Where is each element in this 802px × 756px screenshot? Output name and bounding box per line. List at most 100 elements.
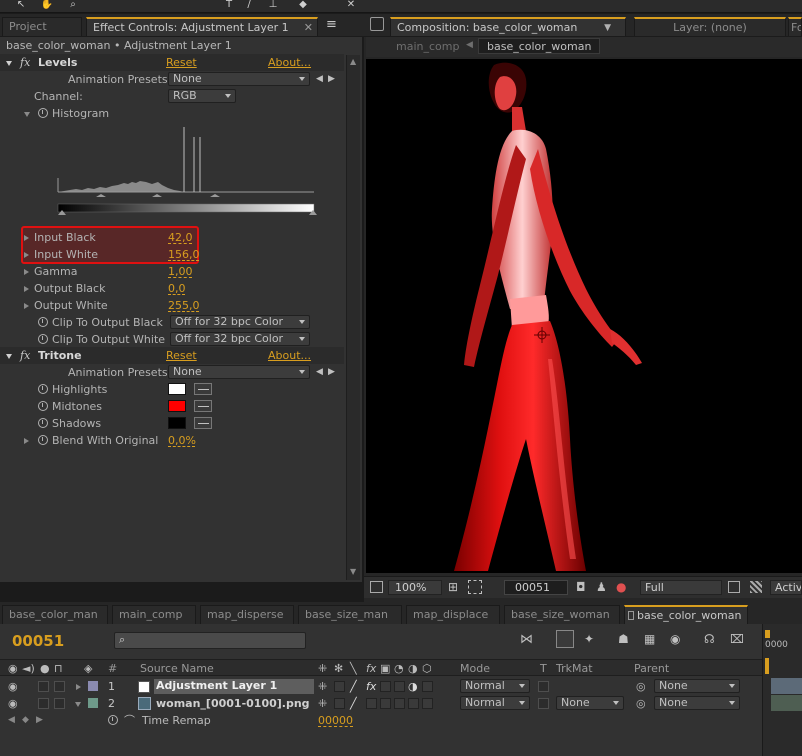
- tritone-reset-link[interactable]: Reset: [166, 347, 197, 364]
- label-color-swatch[interactable]: [88, 681, 98, 691]
- layer-name[interactable]: Adjustment Layer 1: [154, 679, 314, 694]
- output-black-expand-icon[interactable]: [24, 286, 29, 292]
- show-snapshot-icon[interactable]: ♟: [596, 580, 607, 594]
- stopwatch-icon[interactable]: [38, 384, 48, 394]
- frame-blend-switch[interactable]: [380, 681, 391, 692]
- lock-icon[interactable]: ⊓: [54, 660, 63, 677]
- label-tag-icon[interactable]: ◈: [84, 660, 92, 677]
- graph-icon[interactable]: ⌒: [124, 712, 135, 729]
- output-white-value[interactable]: 255,0: [168, 297, 200, 314]
- pick-whip-icon[interactable]: ◎: [636, 695, 646, 712]
- tritone-collapse-icon[interactable]: [6, 354, 12, 359]
- scroll-up-icon[interactable]: ▲: [350, 57, 356, 66]
- levels-effect-header[interactable]: fx Levels Reset About...: [0, 54, 344, 71]
- resolution-grid-icon[interactable]: ⊞: [448, 580, 458, 594]
- quality-switch-icon[interactable]: ╱: [350, 678, 357, 695]
- stopwatch-icon[interactable]: [108, 715, 118, 725]
- tab-lock-icon[interactable]: [628, 611, 634, 620]
- clip-white-dropdown[interactable]: Off for 32 bpc Color: [170, 332, 310, 346]
- zoom-dropdown[interactable]: 100%: [388, 580, 442, 595]
- frame-blend-switch[interactable]: [380, 698, 391, 709]
- input-white-expand-icon[interactable]: [24, 252, 29, 258]
- eraser-tool-icon[interactable]: ◆: [296, 0, 310, 10]
- tritone-about-link[interactable]: About...: [268, 347, 311, 364]
- puppet-tool-icon[interactable]: ✕: [344, 0, 358, 10]
- stopwatch-icon[interactable]: [38, 418, 48, 428]
- stopwatch-icon[interactable]: [38, 334, 48, 344]
- parent-dropdown[interactable]: None: [654, 696, 740, 710]
- close-tab-icon[interactable]: ✕: [304, 19, 313, 37]
- hide-shy-layers-icon[interactable]: ☗: [618, 632, 629, 646]
- shy-switch-icon[interactable]: ⁜: [318, 678, 327, 695]
- current-time-display[interactable]: 00051: [12, 632, 64, 650]
- current-time-indicator[interactable]: [765, 658, 769, 674]
- always-preview-icon[interactable]: [370, 581, 383, 593]
- highlights-color-swatch[interactable]: [168, 383, 186, 395]
- tab-main-comp[interactable]: main_comp: [112, 605, 196, 624]
- levels-collapse-icon[interactable]: [6, 61, 12, 66]
- trkmat-dropdown[interactable]: None: [556, 696, 624, 710]
- input-black-value[interactable]: 42,0: [168, 229, 193, 246]
- gamma-expand-icon[interactable]: [24, 269, 29, 275]
- effect-switch[interactable]: [366, 698, 377, 709]
- region-of-interest-icon[interactable]: [468, 580, 482, 594]
- preset-prev-icon[interactable]: ◀: [316, 71, 323, 88]
- animation-presets-dropdown[interactable]: None: [168, 72, 310, 86]
- preserve-transparency-checkbox[interactable]: [538, 698, 549, 709]
- keyframe-nav-prev-icon[interactable]: ◀: [8, 712, 15, 729]
- keyframe-add-icon[interactable]: ◆: [22, 712, 29, 729]
- time-remap-value[interactable]: 00000: [318, 712, 353, 729]
- collapse-switch[interactable]: [334, 681, 345, 692]
- eyedropper-icon[interactable]: [194, 400, 212, 412]
- solo-dot-icon[interactable]: ●: [40, 660, 50, 677]
- motion-blur-switch[interactable]: [394, 681, 405, 692]
- resolution-dropdown[interactable]: Full: [640, 580, 722, 595]
- preserve-transparency-checkbox[interactable]: [538, 681, 549, 692]
- output-black-value[interactable]: 0,0: [168, 280, 186, 297]
- video-eye-icon[interactable]: ◉: [8, 660, 18, 677]
- selection-tool-icon[interactable]: ↖: [14, 0, 28, 10]
- layer-collapse-icon[interactable]: [75, 702, 81, 707]
- histogram-collapse-icon[interactable]: [24, 112, 30, 117]
- breadcrumb-base-color-woman[interactable]: base_color_woman: [478, 38, 601, 54]
- mode-dropdown[interactable]: Normal: [460, 696, 530, 710]
- animation-presets-dropdown[interactable]: None: [168, 365, 310, 379]
- tab-base-size-woman[interactable]: base_size_woman: [504, 605, 620, 624]
- 3d-layer-switch[interactable]: [422, 698, 433, 709]
- graph-editor-icon[interactable]: ⌧: [730, 632, 744, 646]
- blend-value[interactable]: 0,0%: [168, 432, 196, 449]
- frame-blending-icon[interactable]: ▦: [644, 632, 655, 646]
- comp-lock-icon[interactable]: [370, 17, 384, 31]
- transparency-grid-icon[interactable]: [750, 581, 762, 593]
- channel-rgb-icon[interactable]: ●: [616, 580, 626, 594]
- stopwatch-icon[interactable]: [38, 317, 48, 327]
- levels-reset-link[interactable]: Reset: [166, 54, 197, 71]
- levels-about-link[interactable]: About...: [268, 54, 311, 71]
- tab-base-size-man[interactable]: base_size_man: [298, 605, 402, 624]
- zoom-tool-icon[interactable]: ⌕: [66, 0, 80, 10]
- input-black-expand-icon[interactable]: [24, 235, 29, 241]
- tab-project[interactable]: Project: [2, 17, 82, 36]
- input-white-value[interactable]: 156,0: [168, 246, 200, 263]
- stopwatch-icon[interactable]: [38, 108, 48, 118]
- adjustment-on-icon[interactable]: ◑: [408, 678, 418, 695]
- layer-2-duration-bar[interactable]: [771, 695, 802, 711]
- time-ruler-area[interactable]: 0000: [762, 624, 802, 756]
- tab-map-disperse[interactable]: map_disperse: [200, 605, 294, 624]
- stopwatch-icon[interactable]: [38, 401, 48, 411]
- lock-checkbox[interactable]: [54, 681, 65, 692]
- shy-switch-icon[interactable]: ⁜: [318, 695, 327, 712]
- comp-mini-flowchart-icon[interactable]: ⋈: [520, 632, 533, 647]
- composition-dropdown-icon[interactable]: ▼: [604, 19, 611, 37]
- layer-visibility-eye-icon[interactable]: ◉: [8, 695, 18, 712]
- live-update-icon[interactable]: [556, 630, 574, 648]
- audio-speaker-icon[interactable]: ◄): [22, 660, 35, 677]
- preset-prev-icon[interactable]: ◀: [316, 364, 323, 381]
- panel-menu-icon[interactable]: ≡: [326, 17, 337, 32]
- fast-previews-icon[interactable]: [728, 581, 740, 593]
- table-row[interactable]: ◉ 1 Adjustment Layer 1 ⁜ ╱ fx ◑ Normal ◎…: [0, 678, 762, 695]
- output-white-expand-icon[interactable]: [24, 303, 29, 309]
- layer-expand-icon[interactable]: [76, 684, 81, 690]
- brainstorm-icon[interactable]: ☊: [704, 632, 715, 646]
- breadcrumb-main-comp[interactable]: main_comp: [396, 40, 459, 53]
